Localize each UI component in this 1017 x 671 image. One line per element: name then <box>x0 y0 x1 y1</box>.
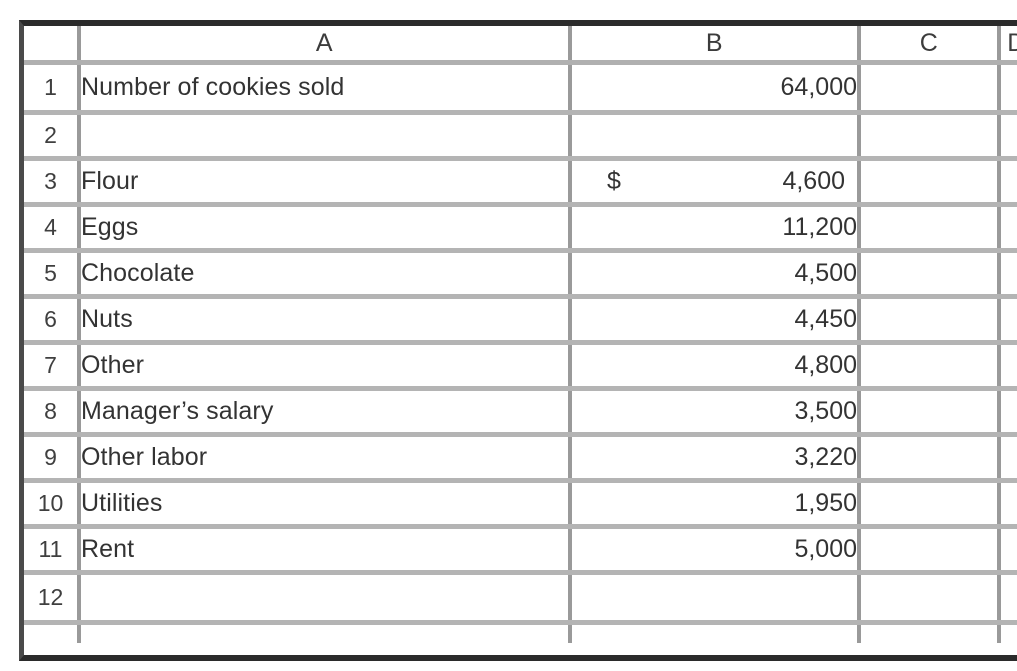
column-header-b[interactable]: B <box>570 26 861 65</box>
cell-a6[interactable]: Nuts <box>79 296 572 345</box>
row-header-2[interactable]: 2 <box>24 112 81 161</box>
row-header-4[interactable]: 4 <box>24 204 81 253</box>
row-header-8[interactable]: 8 <box>24 388 81 437</box>
row-header-partial[interactable] <box>24 622 81 643</box>
cell-c10[interactable] <box>859 480 1001 529</box>
select-all-corner[interactable] <box>24 26 81 65</box>
table-row: 7 Other 4,800 <box>24 342 1017 391</box>
cell-d12[interactable] <box>999 572 1017 625</box>
cell-c8[interactable] <box>859 388 1001 437</box>
cell-c11[interactable] <box>859 526 1001 575</box>
cell-d2[interactable] <box>999 112 1017 161</box>
cell-c12[interactable] <box>859 572 1001 625</box>
cell-a5[interactable]: Chocolate <box>79 250 572 299</box>
table-row: 5 Chocolate 4,500 <box>24 250 1017 299</box>
cell-c1[interactable] <box>859 62 1001 115</box>
cell-b8[interactable]: 3,500 <box>570 388 861 437</box>
cell-a11[interactable]: Rent <box>79 526 572 575</box>
cell-b2[interactable] <box>570 112 861 161</box>
cell-b1[interactable]: 64,000 <box>570 62 861 115</box>
table-row: 3 Flour $ 4,600 <box>24 158 1017 207</box>
spreadsheet-table: A B C D 1 Number of cookies sold 64,000 <box>24 26 1017 643</box>
cell-a10[interactable]: Utilities <box>79 480 572 529</box>
cell-c7[interactable] <box>859 342 1001 391</box>
cell-a9[interactable]: Other labor <box>79 434 572 483</box>
cell-b6[interactable]: 4,450 <box>570 296 861 345</box>
cell-b4[interactable]: 11,200 <box>570 204 861 253</box>
cell-d11[interactable] <box>999 526 1017 575</box>
column-header-row: A B C D <box>24 26 1017 65</box>
cell-d1[interactable] <box>999 62 1017 115</box>
table-row: 11 Rent 5,000 <box>24 526 1017 575</box>
cell-d8[interactable] <box>999 388 1017 437</box>
column-header-a[interactable]: A <box>79 26 572 65</box>
table-row: 9 Other labor 3,220 <box>24 434 1017 483</box>
cell-b-partial[interactable] <box>570 622 861 643</box>
cell-a2[interactable] <box>79 112 572 161</box>
cell-d5[interactable] <box>999 250 1017 299</box>
cell-b11[interactable]: 5,000 <box>570 526 861 575</box>
cell-a8[interactable]: Manager’s salary <box>79 388 572 437</box>
table-row: 8 Manager’s salary 3,500 <box>24 388 1017 437</box>
cell-c4[interactable] <box>859 204 1001 253</box>
row-header-1[interactable]: 1 <box>24 62 81 115</box>
cell-a4[interactable]: Eggs <box>79 204 572 253</box>
table-row: 6 Nuts 4,450 <box>24 296 1017 345</box>
row-header-11[interactable]: 11 <box>24 526 81 575</box>
table-row: 2 <box>24 112 1017 161</box>
table-row: 1 Number of cookies sold 64,000 <box>24 62 1017 115</box>
row-header-7[interactable]: 7 <box>24 342 81 391</box>
cell-c2[interactable] <box>859 112 1001 161</box>
cell-d6[interactable] <box>999 296 1017 345</box>
cell-b10[interactable]: 1,950 <box>570 480 861 529</box>
cell-c-partial[interactable] <box>859 622 1001 643</box>
cell-c9[interactable] <box>859 434 1001 483</box>
cell-c5[interactable] <box>859 250 1001 299</box>
currency-amount: 4,600 <box>782 167 845 195</box>
cell-b3[interactable]: $ 4,600 <box>570 158 861 207</box>
cell-a12[interactable] <box>79 572 572 625</box>
spreadsheet-canvas: A B C D 1 Number of cookies sold 64,000 <box>0 0 1017 671</box>
table-row: 4 Eggs 11,200 <box>24 204 1017 253</box>
cell-a-partial[interactable] <box>79 622 572 643</box>
cell-b12[interactable] <box>570 572 861 625</box>
cell-a3[interactable]: Flour <box>79 158 572 207</box>
cell-d3[interactable] <box>999 158 1017 207</box>
spreadsheet-body: 1 Number of cookies sold 64,000 2 3 Flou… <box>24 62 1017 643</box>
cell-d10[interactable] <box>999 480 1017 529</box>
cell-c6[interactable] <box>859 296 1001 345</box>
column-header-c[interactable]: C <box>859 26 1001 65</box>
cell-d4[interactable] <box>999 204 1017 253</box>
cell-b7[interactable]: 4,800 <box>570 342 861 391</box>
cell-b9[interactable]: 3,220 <box>570 434 861 483</box>
table-row: 10 Utilities 1,950 <box>24 480 1017 529</box>
row-header-12[interactable]: 12 <box>24 572 81 625</box>
cell-a1[interactable]: Number of cookies sold <box>79 62 572 115</box>
column-header-d[interactable]: D <box>999 26 1017 65</box>
cell-d9[interactable] <box>999 434 1017 483</box>
cell-a7[interactable]: Other <box>79 342 572 391</box>
currency-symbol: $ <box>607 167 621 195</box>
row-header-5[interactable]: 5 <box>24 250 81 299</box>
row-header-3[interactable]: 3 <box>24 158 81 207</box>
row-header-9[interactable]: 9 <box>24 434 81 483</box>
currency-value-group: $ 4,600 <box>572 167 845 196</box>
table-row: 12 <box>24 572 1017 625</box>
row-header-10[interactable]: 10 <box>24 480 81 529</box>
spreadsheet-grid[interactable]: A B C D 1 Number of cookies sold 64,000 <box>19 20 1017 661</box>
cell-c3[interactable] <box>859 158 1001 207</box>
cell-d-partial[interactable] <box>999 622 1017 643</box>
row-header-6[interactable]: 6 <box>24 296 81 345</box>
cell-b5[interactable]: 4,500 <box>570 250 861 299</box>
cell-d7[interactable] <box>999 342 1017 391</box>
table-row-partial <box>24 622 1017 643</box>
